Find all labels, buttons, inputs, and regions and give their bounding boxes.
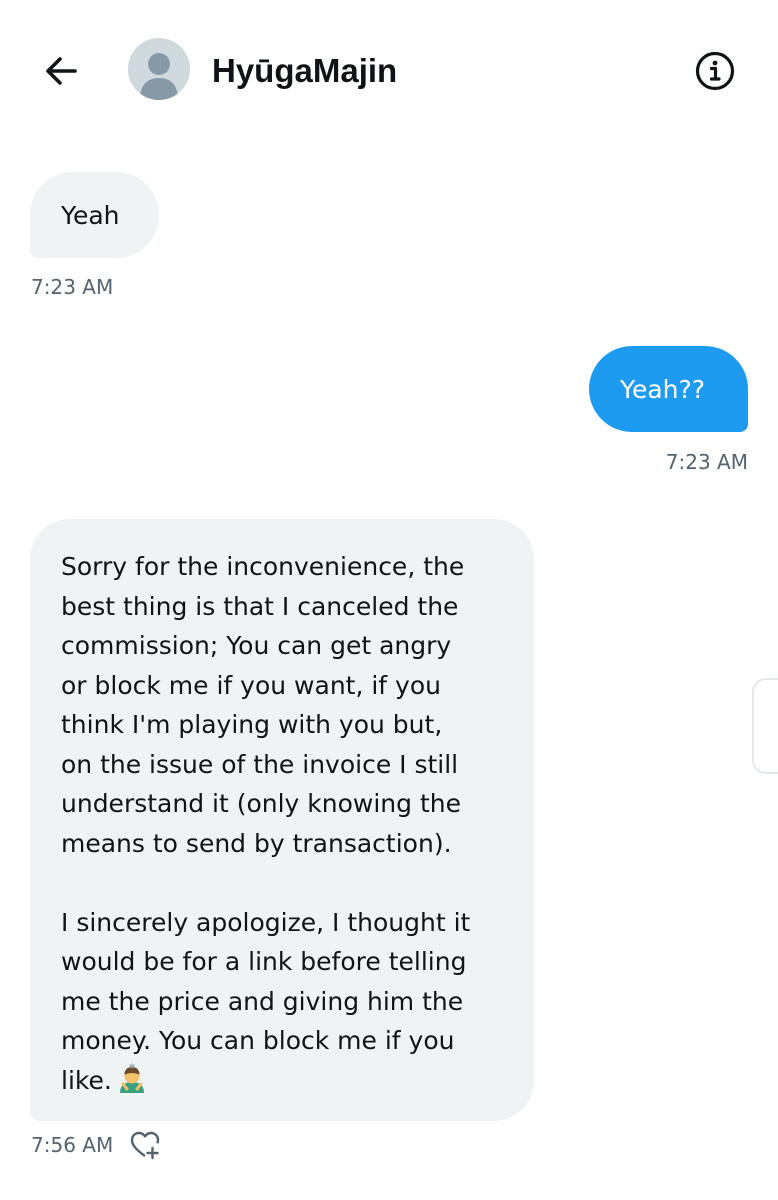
message-line: money. You can block me if you	[61, 1026, 455, 1055]
heart-plus-icon	[130, 1131, 160, 1160]
message-timestamp: 7:23 AM	[31, 275, 114, 299]
message-line: Sorry for the inconvenience, the	[61, 552, 465, 581]
contact-name[interactable]: HyūgaMajin	[212, 50, 397, 92]
message-line: I sincerely apologize, I thought it	[61, 907, 471, 937]
info-icon	[695, 51, 735, 91]
default-avatar-icon	[128, 38, 190, 100]
message-timestamp: 7:23 AM	[665, 450, 748, 474]
avatar[interactable]	[128, 38, 190, 100]
message-line: me the price and giving him the	[61, 986, 464, 1016]
message-paragraph: I sincerely apologize, I thought it woul…	[61, 903, 514, 1101]
message-bubble-incoming[interactable]: Yeah	[30, 172, 159, 258]
person-bowing-emoji	[119, 1062, 144, 1093]
message-line: on the issue of the invoice I still	[61, 749, 459, 779]
message-line: would be for a link before telling	[61, 947, 467, 976]
message-line: means to send by transaction).	[61, 828, 452, 858]
message-line: or block me if you want, if you	[61, 670, 441, 700]
message-last-line: like.	[61, 1061, 514, 1101]
add-reaction-button[interactable]	[128, 1128, 162, 1162]
message-paragraph: Sorry for the inconvenience, the best th…	[61, 547, 514, 863]
conversation-info-button[interactable]	[692, 48, 738, 94]
message-line: understand it (only knowing the	[61, 789, 461, 818]
arrow-left-icon	[46, 57, 77, 85]
message-timestamp: 7:56 AM	[31, 1133, 114, 1157]
message-bubble-incoming[interactable]: Sorry for the inconvenience, the best th…	[30, 519, 534, 1121]
back-button[interactable]	[38, 48, 84, 94]
conversation-header: HyūgaMajin	[0, 0, 778, 140]
side-drawer-handle[interactable]	[752, 678, 778, 774]
message-bubble-outgoing[interactable]: Yeah??	[589, 346, 748, 432]
message-line: best thing is that I canceled the	[61, 591, 459, 621]
message-line: think I'm playing with you but,	[61, 710, 443, 739]
message-text: Yeah??	[620, 375, 706, 404]
message-text: Yeah	[61, 201, 120, 230]
message-line: commission; You can get angry	[61, 631, 452, 660]
message-line: like.	[61, 1065, 112, 1095]
